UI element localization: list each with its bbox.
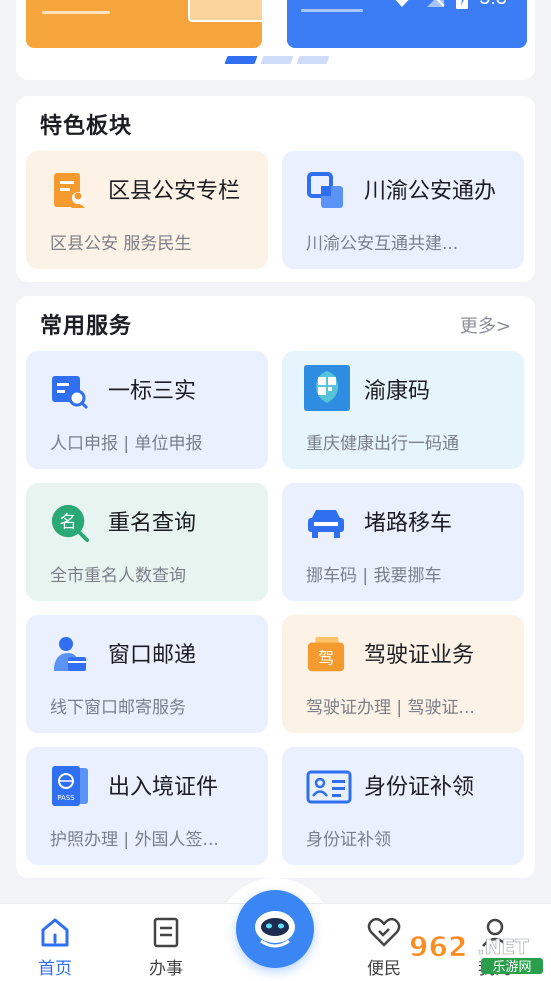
banner-slide-orange[interactable] (26, 0, 262, 48)
banner-slide-blue[interactable]: 5:3 (287, 0, 527, 48)
tile-desc: 护照办理 | 外国人签... (50, 830, 219, 850)
name-icon-text: 名 (60, 513, 77, 533)
tile-desc: 驾驶证办理 | 驾驶证... (306, 698, 475, 718)
driver-license-icon: 驾 (306, 635, 346, 675)
tile-desc: 身份证补领 (306, 830, 391, 850)
passport-icon: PASS (50, 766, 90, 807)
tile-name: 窗口邮递 (108, 643, 197, 668)
tile-name: 身份证补领 (364, 775, 475, 800)
tile-name: 区县公安专栏 (108, 179, 241, 204)
tile-name: 川渝公安通办 (364, 179, 497, 204)
banner-text-line (301, 9, 363, 12)
battery-icon (456, 0, 469, 9)
carousel-dot-active (224, 56, 258, 64)
tile-name: 驾驶证业务 (364, 643, 475, 668)
name-search-icon: 名 (50, 503, 90, 543)
courier-icon (50, 635, 90, 675)
home-icon (41, 918, 69, 947)
tile-name-query[interactable]: 名 重名查询 全市重名人数查询 (26, 483, 268, 601)
tile-desc: 区县公安 服务民生 (50, 234, 192, 254)
tile-district-police[interactable]: 区县公安专栏 区县公安 服务民生 (26, 151, 268, 269)
license-icon-text: 驾 (318, 649, 334, 668)
tile-desc: 线下窗口邮寄服务 (50, 698, 186, 718)
services-title: 常用服务 (40, 314, 133, 339)
passport-icon-text: PASS (57, 794, 75, 802)
document-icon (153, 917, 179, 948)
tile-chuanyu-police[interactable]: 川渝公安通办 川渝公安互通共建... (282, 151, 524, 269)
health-code-icon (304, 365, 350, 411)
tile-name: 一标三实 (108, 379, 197, 404)
nav-label: 首页 (38, 959, 72, 979)
nav-label: 办事 (149, 959, 183, 979)
search-form-icon (50, 371, 90, 411)
car-icon (306, 503, 346, 543)
tile-id-card[interactable]: 身份证补领 身份证补领 (282, 747, 524, 865)
carousel-indicator (224, 56, 330, 64)
home-screen: { "status": {"time": "5:3"}, "carousel":… (0, 0, 551, 981)
watermark-logo: 962 .NET 乐游网 (405, 926, 545, 975)
carousel-dot (260, 56, 294, 64)
tile-yibiao-sanshi[interactable]: 一标三实 人口申报 | 单位申报 (26, 351, 268, 469)
status-time: 5:3 (479, 0, 507, 10)
tile-desc: 重庆健康出行一码通 (306, 434, 459, 454)
tile-driver-license[interactable]: 驾 驾驶证业务 驾驶证办理 | 驾驶证... (282, 615, 524, 733)
tile-name: 渝康码 (364, 379, 431, 404)
tile-desc: 人口申报 | 单位申报 (50, 434, 203, 454)
tile-desc: 全市重名人数查询 (50, 566, 186, 586)
nav-home[interactable]: 首页 (15, 916, 95, 979)
tile-desc: 川渝公安互通共建... (306, 234, 459, 254)
more-link[interactable]: 更多> (460, 312, 511, 338)
heart-icon (367, 917, 401, 947)
tile-window-mail[interactable]: 窗口邮递 线下窗口邮寄服务 (26, 615, 268, 733)
robot-assistant-icon (255, 911, 295, 948)
nav-label: 便民 (367, 959, 401, 979)
watermark-number: 962 (409, 930, 467, 963)
banner-text-line (42, 11, 110, 14)
tile-yukang-code[interactable]: 渝康码 重庆健康出行一码通 (282, 351, 524, 469)
wifi-icon (395, 0, 409, 7)
tile-exit-entry[interactable]: PASS 出入境证件 护照办理 | 外国人签... (26, 747, 268, 865)
id-card-icon (306, 767, 352, 807)
squares-link-icon (306, 171, 346, 211)
assistant-button[interactable] (236, 890, 314, 968)
status-bar: 5:3 (389, 0, 507, 10)
tile-name: 堵路移车 (364, 511, 453, 536)
tile-name: 重名查询 (108, 511, 197, 536)
watermark-suffix: .NET (477, 935, 529, 959)
carousel-dot (296, 56, 330, 64)
nav-affairs[interactable]: 办事 (126, 916, 206, 979)
featured-title: 特色板块 (40, 114, 133, 139)
banner-image (188, 0, 262, 22)
signal-icon (427, 0, 445, 7)
tile-desc: 挪车码 | 我要挪车 (306, 566, 442, 586)
watermark-site: 乐游网 (492, 960, 531, 974)
tile-name: 出入境证件 (108, 775, 219, 800)
tile-move-car[interactable]: 堵路移车 挪车码 | 我要挪车 (282, 483, 524, 601)
document-user-icon (50, 171, 90, 211)
